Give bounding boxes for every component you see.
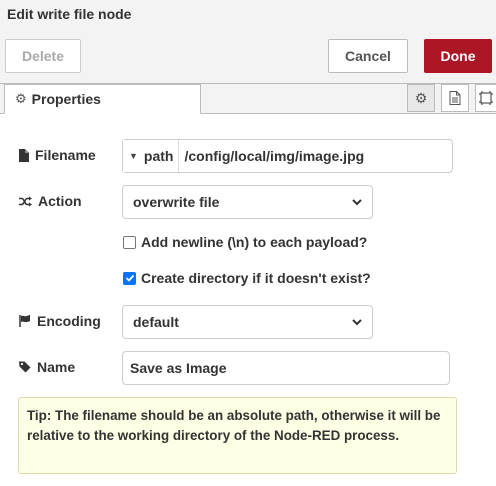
- encoding-select[interactable]: default: [122, 305, 373, 339]
- filename-value[interactable]: /config/local/img/image.jpg: [179, 148, 364, 164]
- encoding-label: Encoding: [19, 313, 101, 329]
- frame-icon: [479, 91, 493, 105]
- filename-field[interactable]: ▼ path /config/local/img/image.jpg: [122, 139, 453, 173]
- document-icon: [449, 91, 461, 105]
- description-tab-button[interactable]: [441, 84, 469, 112]
- filename-type-select[interactable]: ▼ path: [123, 140, 180, 172]
- gear-icon: ⚙: [15, 91, 27, 106]
- check-icon: [125, 274, 134, 282]
- chevron-down-icon: [352, 319, 362, 326]
- filename-label: Filename: [19, 147, 96, 163]
- action-selected-value: overwrite file: [133, 194, 220, 210]
- tag-icon: [19, 361, 31, 373]
- tab-bar: ⚙ Properties ⚙: [0, 84, 496, 114]
- tab-properties-label: Properties: [31, 91, 101, 107]
- filename-type-label: path: [143, 148, 174, 164]
- caret-down-icon: ▼: [129, 151, 138, 161]
- filename-label-text: Filename: [35, 147, 96, 163]
- encoding-label-text: Encoding: [37, 313, 101, 329]
- action-label-text: Action: [38, 193, 82, 209]
- add-newline-label: Add newline (\n) to each payload?: [141, 234, 368, 250]
- name-input-value[interactable]: Save as Image: [130, 360, 227, 376]
- tip-box: Tip: The filename should be an absolute …: [18, 397, 457, 474]
- action-label: Action: [19, 193, 82, 209]
- shuffle-icon: [19, 196, 32, 206]
- delete-button[interactable]: Delete: [5, 39, 81, 73]
- gear-icon: ⚙: [414, 89, 428, 106]
- name-input[interactable]: Save as Image: [122, 351, 450, 385]
- settings-tab-button[interactable]: ⚙: [407, 84, 435, 112]
- flag-icon: [19, 315, 30, 327]
- name-label-text: Name: [37, 359, 76, 375]
- chevron-down-icon: [352, 199, 362, 206]
- dialog-button-bar: Delete Cancel Done: [0, 28, 496, 84]
- file-icon: [19, 148, 29, 162]
- done-button[interactable]: Done: [424, 39, 492, 73]
- name-label: Name: [19, 359, 75, 375]
- dialog-title: Edit write file node: [0, 0, 496, 28]
- create-directory-option[interactable]: Create directory if it doesn't exist?: [123, 270, 371, 286]
- encoding-selected-value: default: [133, 314, 179, 330]
- appearance-tab-button[interactable]: [475, 84, 496, 112]
- add-newline-option[interactable]: Add newline (\n) to each payload?: [123, 234, 367, 250]
- add-newline-checkbox[interactable]: [123, 235, 136, 249]
- create-directory-label: Create directory if it doesn't exist?: [141, 270, 371, 286]
- cancel-button[interactable]: Cancel: [328, 39, 408, 73]
- create-directory-checkbox[interactable]: [123, 271, 136, 285]
- tab-properties[interactable]: ⚙ Properties: [4, 84, 201, 114]
- action-select[interactable]: overwrite file: [122, 185, 373, 219]
